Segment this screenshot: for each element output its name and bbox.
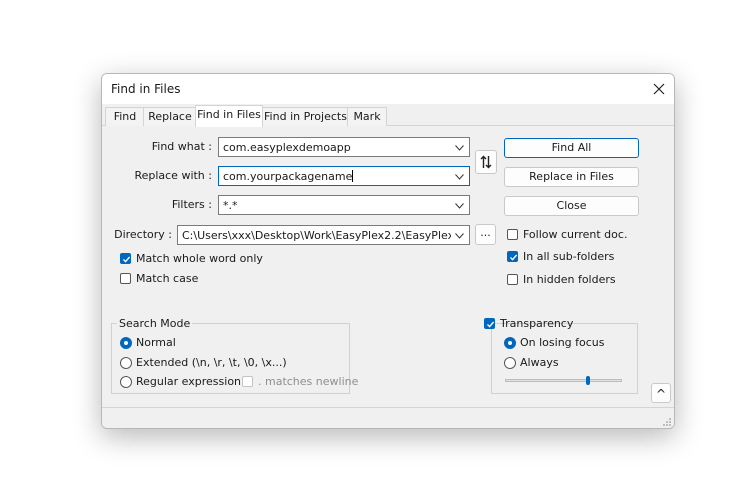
search-mode-title: Search Mode xyxy=(117,317,193,330)
transparency-slider[interactable] xyxy=(505,379,622,382)
tab-strip: Find Replace Find in Files Find in Proje… xyxy=(102,104,674,127)
chevron-down-icon xyxy=(455,203,464,209)
in-all-subfolders-box xyxy=(507,251,518,262)
chevron-down-icon xyxy=(455,145,464,151)
transparency-slider-thumb[interactable] xyxy=(586,376,591,385)
swap-arrows-icon xyxy=(480,155,492,169)
replace-with-label: Replace with : xyxy=(134,169,212,182)
find-what-value: com.easyplexdemoapp xyxy=(223,141,351,154)
directory-label: Directory : xyxy=(114,228,172,241)
replace-in-files-button[interactable]: Replace in Files xyxy=(504,167,639,187)
find-all-button[interactable]: Find All xyxy=(504,138,639,158)
status-bar xyxy=(102,407,674,428)
match-whole-word-box xyxy=(120,253,131,264)
find-in-files-dialog: Find in Files Find Replace Find in Files… xyxy=(101,73,675,429)
tab-find-in-projects[interactable]: Find in Projects xyxy=(262,107,349,126)
directory-value: C:\Users\xxx\Desktop\Work\EasyPlex2.2\Ea… xyxy=(182,229,451,242)
title-bar: Find in Files xyxy=(102,74,674,104)
transparency-box xyxy=(484,318,495,329)
replace-with-value: com.yourpackagename xyxy=(223,170,353,183)
find-what-label: Find what : xyxy=(151,140,212,153)
checkmark-icon xyxy=(123,256,131,263)
directory-input[interactable]: C:\Users\xxx\Desktop\Work\EasyPlex2.2\Ea… xyxy=(177,225,470,245)
filters-input[interactable]: *.* xyxy=(218,195,470,215)
close-button[interactable]: Close xyxy=(504,196,639,216)
in-hidden-folders-box xyxy=(507,274,518,285)
filters-label: Filters : xyxy=(171,198,212,211)
checkmark-icon xyxy=(487,321,495,328)
match-case-box xyxy=(120,273,131,284)
filters-value: *.* xyxy=(223,199,238,212)
tab-replace[interactable]: Replace xyxy=(143,107,197,126)
chevron-down-icon xyxy=(455,233,464,239)
tab-find[interactable]: Find xyxy=(105,107,145,126)
close-window-button[interactable] xyxy=(644,74,674,104)
find-what-input[interactable]: com.easyplexdemoapp xyxy=(218,137,470,157)
swap-find-replace-button[interactable] xyxy=(475,150,497,174)
text-cursor xyxy=(352,170,354,182)
collapse-button[interactable]: ^ xyxy=(651,383,671,403)
chevron-down-icon xyxy=(455,174,464,180)
dialog-title: Find in Files xyxy=(111,82,181,96)
browse-directory-button[interactable]: ... xyxy=(475,224,496,245)
replace-with-input[interactable]: com.yourpackagename xyxy=(218,166,470,186)
tab-find-in-files[interactable]: Find in Files xyxy=(195,105,263,127)
tab-mark[interactable]: Mark xyxy=(347,107,387,126)
close-icon xyxy=(653,83,665,95)
resize-grip-icon[interactable] xyxy=(662,417,672,427)
follow-current-doc-box xyxy=(507,229,518,240)
checkmark-icon xyxy=(510,254,518,261)
